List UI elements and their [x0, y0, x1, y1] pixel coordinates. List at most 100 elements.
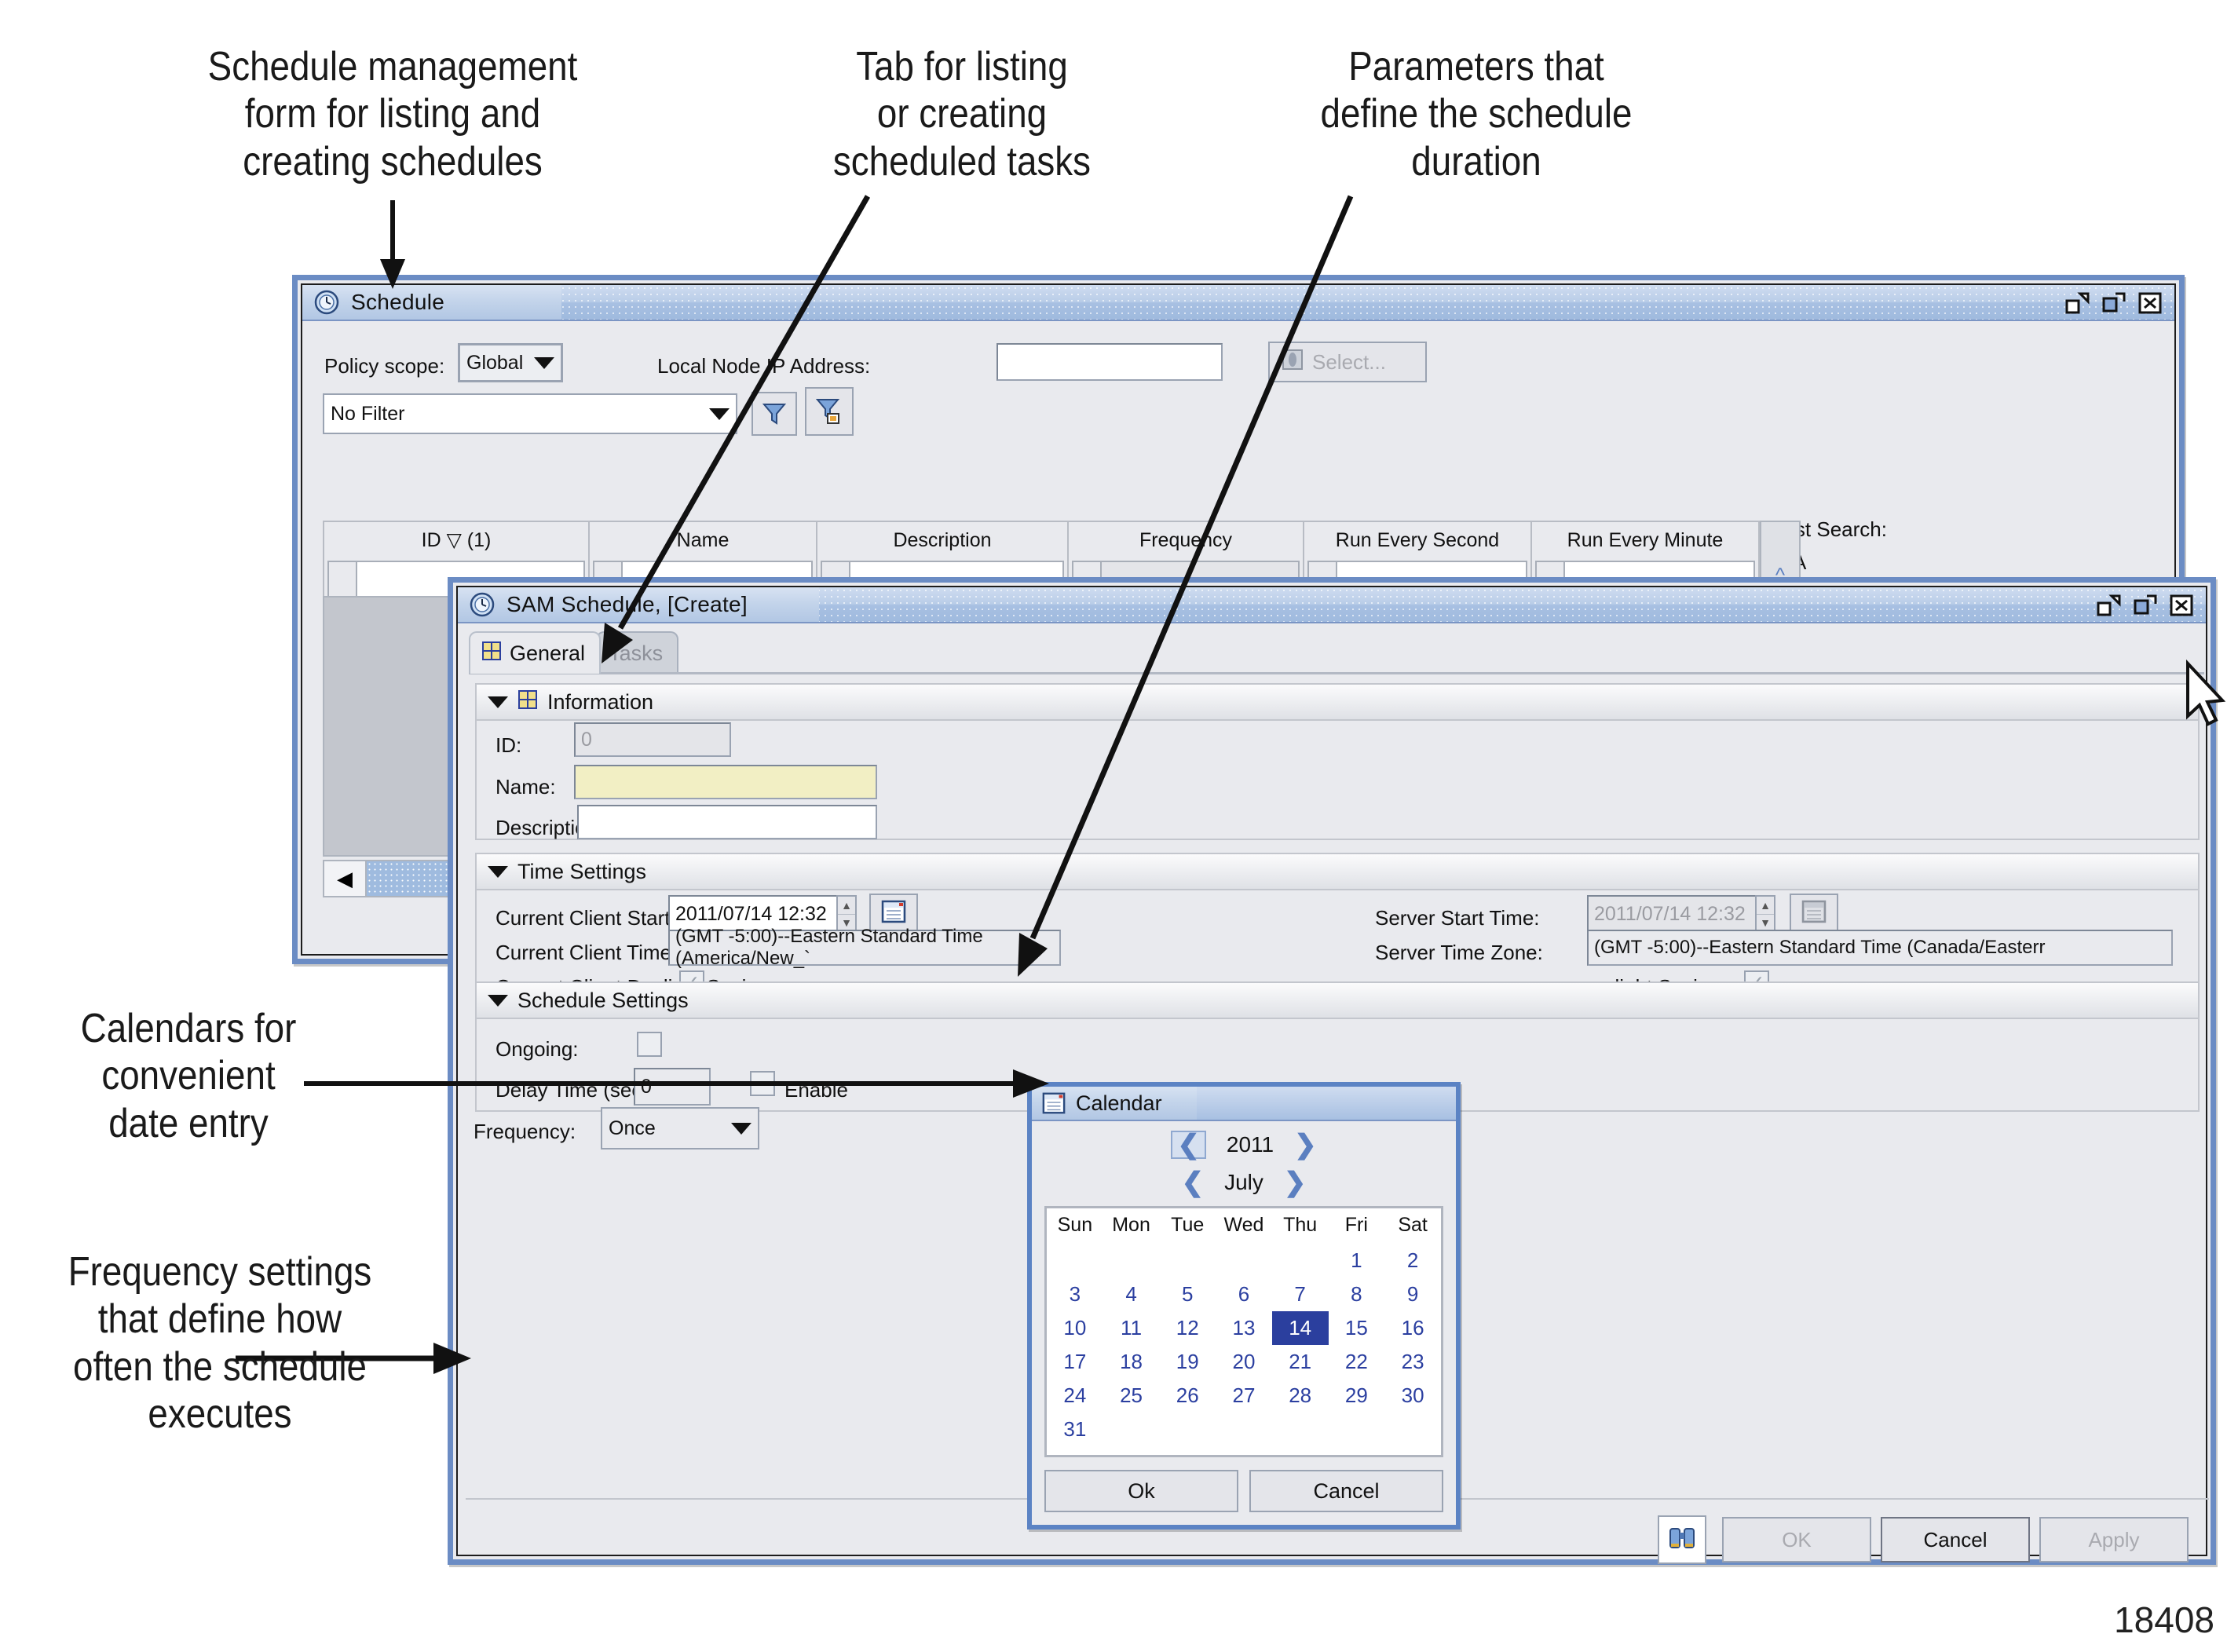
calendar-day[interactable]: 25	[1103, 1379, 1160, 1413]
filter-button[interactable]	[751, 392, 797, 436]
calendar-day[interactable]: 12	[1159, 1311, 1216, 1345]
server-calendar-button	[1790, 894, 1838, 934]
calendar-day[interactable]	[1329, 1413, 1385, 1446]
close-icon[interactable]	[2135, 289, 2165, 317]
calendar-day[interactable]: 16	[1384, 1311, 1441, 1345]
collapse-caret-icon[interactable]	[488, 994, 508, 1007]
calendar-day[interactable]: 19	[1159, 1345, 1216, 1379]
calendar-year-nav[interactable]: ❮ 2011 ❯	[1032, 1126, 1456, 1164]
calendar-day[interactable]: 6	[1216, 1277, 1272, 1311]
calendar-weekday: Mon	[1112, 1214, 1150, 1236]
calendar-day[interactable]: 8	[1329, 1277, 1385, 1311]
enable-checkbox[interactable]	[750, 1071, 775, 1096]
calendar-day[interactable]: 17	[1047, 1345, 1103, 1379]
calendar-day[interactable]: 9	[1384, 1277, 1441, 1311]
calendar-day[interactable]	[1103, 1244, 1160, 1277]
tab-tasks[interactable]: Tasks	[596, 631, 679, 674]
maximize-icon[interactable]	[2099, 289, 2129, 317]
apply-button[interactable]: Apply	[2039, 1517, 2189, 1562]
schedule-settings-group-header[interactable]: Schedule Settings	[477, 983, 2198, 1019]
calendar-day[interactable]: 2	[1384, 1244, 1441, 1277]
calendar-day[interactable]: 22	[1329, 1345, 1385, 1379]
calendar-day[interactable]: 3	[1047, 1277, 1103, 1311]
close-icon[interactable]	[2167, 591, 2196, 620]
time-settings-group-label: Time Settings	[517, 859, 647, 883]
calendar-day[interactable]: 18	[1103, 1345, 1160, 1379]
calendar-day[interactable]	[1272, 1413, 1329, 1446]
local-node-ip-input[interactable]	[996, 343, 1223, 381]
calendar-day[interactable]: 7	[1272, 1277, 1329, 1311]
calendar-buttons[interactable]: Ok Cancel	[1044, 1470, 1443, 1512]
delay-time-input[interactable]: 0	[634, 1068, 711, 1106]
ongoing-checkbox[interactable]	[637, 1032, 662, 1057]
calendar-day[interactable]	[1159, 1244, 1216, 1277]
calendar-day[interactable]: 13	[1216, 1311, 1272, 1345]
calendar-day[interactable]: 28	[1272, 1379, 1329, 1413]
select-button[interactable]: Select...	[1268, 342, 1427, 382]
filter-select[interactable]: No Filter	[323, 393, 737, 434]
information-group-header[interactable]: Information	[477, 685, 2198, 721]
collapse-caret-icon[interactable]	[488, 696, 508, 708]
column-header-label: ID ▽ (1)	[421, 529, 492, 551]
calendar-day[interactable]: 30	[1384, 1379, 1441, 1413]
clock-icon	[469, 591, 496, 618]
calendar-day[interactable]: 27	[1216, 1379, 1272, 1413]
calendar-day-selected[interactable]: 14	[1271, 1311, 1329, 1345]
collapse-caret-icon[interactable]	[488, 865, 508, 878]
prev-year-button[interactable]: ❮	[1171, 1131, 1206, 1159]
restore-icon[interactable]	[2094, 591, 2124, 620]
calendar-grid[interactable]: Sun Mon Tue Wed Thu Fri Sat 1 2 3 4 5 6 …	[1044, 1206, 1443, 1457]
maximize-icon[interactable]	[2130, 591, 2160, 620]
policy-scope-select[interactable]: Global	[458, 343, 563, 382]
calendar-cancel-button[interactable]: Cancel	[1249, 1470, 1443, 1512]
calendar-table[interactable]: Sun Mon Tue Wed Thu Fri Sat 1 2 3 4 5 6 …	[1047, 1208, 1441, 1446]
calendar-month-nav[interactable]: ❮ July ❯	[1032, 1164, 1456, 1201]
sam-dialog-title: SAM Schedule, [Create]	[506, 592, 748, 616]
prev-month-button[interactable]: ❮	[1182, 1167, 1205, 1198]
schedule-window-buttons[interactable]	[2063, 289, 2165, 317]
ok-button[interactable]: OK	[1722, 1517, 1871, 1562]
calendar-titlebar[interactable]: Calendar	[1032, 1087, 1456, 1121]
tab-general[interactable]: General	[469, 631, 602, 674]
description-input[interactable]	[577, 805, 877, 839]
calendar-day[interactable]	[1272, 1244, 1329, 1277]
cancel-button[interactable]: Cancel	[1881, 1517, 2030, 1562]
calendar-day[interactable]: 10	[1047, 1311, 1103, 1345]
calendar-day[interactable]: 20	[1216, 1345, 1272, 1379]
calendar-day[interactable]	[1103, 1413, 1160, 1446]
restore-icon[interactable]	[2063, 289, 2093, 317]
frequency-select[interactable]: Once	[601, 1107, 759, 1149]
calendar-day[interactable]: 15	[1329, 1311, 1385, 1345]
calendar-day[interactable]	[1047, 1244, 1103, 1277]
stepper-up-icon[interactable]: ▲	[838, 897, 855, 914]
filter-edit-button[interactable]	[805, 387, 854, 436]
next-year-button[interactable]: ❯	[1294, 1129, 1317, 1160]
chevron-down-icon	[534, 356, 554, 369]
calendar-day[interactable]: 24	[1047, 1379, 1103, 1413]
sam-dialog-window-buttons[interactable]	[2094, 591, 2196, 620]
calendar-ok-button[interactable]: Ok	[1044, 1470, 1238, 1512]
sam-dialog-titlebar[interactable]: SAM Schedule, [Create]	[458, 587, 2206, 623]
calendar-day[interactable]: 21	[1272, 1345, 1329, 1379]
sam-dialog-tabs[interactable]: General Tasks	[469, 631, 679, 674]
column-filter-toggle[interactable]	[327, 561, 357, 598]
calendar-day[interactable]: 1	[1329, 1244, 1385, 1277]
find-button[interactable]	[1658, 1515, 1706, 1564]
schedule-titlebar[interactable]: Schedule	[302, 285, 2174, 321]
calendar-day[interactable]	[1216, 1413, 1272, 1446]
calendar-day[interactable]: 26	[1159, 1379, 1216, 1413]
calendar-day[interactable]	[1216, 1244, 1272, 1277]
calendar-day[interactable]	[1384, 1413, 1441, 1446]
scroll-left-icon[interactable]: ◀	[324, 861, 367, 896]
calendar-day[interactable]: 5	[1159, 1277, 1216, 1311]
calendar-day[interactable]: 4	[1103, 1277, 1160, 1311]
name-input[interactable]	[574, 765, 877, 799]
calendar-day[interactable]: 29	[1329, 1379, 1385, 1413]
calendar-day[interactable]: 11	[1103, 1311, 1160, 1345]
calendar-day[interactable]: 31	[1047, 1413, 1103, 1446]
time-settings-group-header[interactable]: Time Settings	[477, 854, 2198, 890]
calendar-day[interactable]	[1159, 1413, 1216, 1446]
calendar-day[interactable]: 23	[1384, 1345, 1441, 1379]
calendar-popup[interactable]: Calendar ❮ 2011 ❯ ❮ July ❯ Sun Mon Tue W…	[1027, 1082, 1461, 1530]
next-month-button[interactable]: ❯	[1284, 1167, 1307, 1198]
